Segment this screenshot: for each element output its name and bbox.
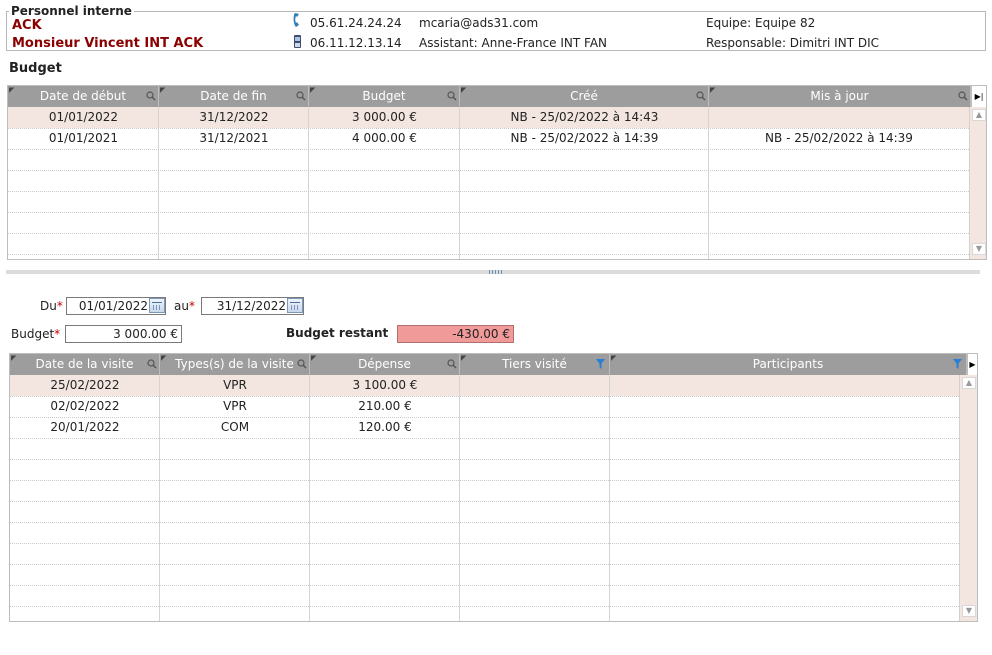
budget-grid-header: ◤ Date de début ◤ Date de fin ◤ Budget ◤… [8, 86, 971, 107]
col-created[interactable]: ◤ Créé [460, 86, 709, 107]
budget-input[interactable]: 3 000.00 € [65, 325, 182, 343]
table-row[interactable]: 01/01/2022 31/12/2022 3 000.00 € NB - 25… [8, 107, 969, 128]
visits-grid-scrollbar[interactable]: ▲ ▼ [959, 375, 977, 621]
team: Equipe: Equipe 82 [706, 16, 816, 30]
magnifier-icon[interactable] [296, 91, 306, 101]
magnifier-icon[interactable] [447, 359, 457, 369]
visits-grid-header: ◤ Date de la visite ◤ Types(s) de la vis… [10, 354, 967, 375]
mobile-number[interactable]: 06.11.12.13.14 [310, 36, 402, 50]
grid-columns-toggle-icon[interactable]: ▶ [967, 354, 977, 375]
scroll-down-icon[interactable]: ▼ [962, 605, 976, 617]
calendar-icon[interactable] [149, 298, 165, 313]
scroll-up-icon[interactable]: ▲ [972, 109, 986, 121]
col-expense[interactable]: ◤ Dépense [310, 354, 460, 375]
col-end-date[interactable]: ◤ Date de fin [159, 86, 309, 107]
magnifier-icon[interactable] [958, 91, 968, 101]
remaining-budget-value: -430.00 € [397, 325, 514, 343]
column-menu-icon[interactable]: ◤ [311, 355, 316, 362]
col-budget[interactable]: ◤ Budget [309, 86, 460, 107]
col-updated[interactable]: ◤ Mis à jour [709, 86, 971, 107]
personnel-legend: Personnel interne [9, 4, 134, 18]
email[interactable]: mcaria@ads31.com [419, 16, 538, 30]
assistant: Assistant: Anne-France INT FAN [419, 36, 608, 50]
from-label: Du* [40, 299, 63, 313]
col-third-party[interactable]: ◤ Tiers visité [460, 354, 610, 375]
budget-section-title: Budget [9, 61, 62, 76]
person-code: ACK [12, 18, 42, 33]
phone-number[interactable]: 05.61.24.24.24 [310, 16, 402, 30]
budget-label: Budget* [11, 327, 61, 341]
table-row[interactable]: 02/02/2022 VPR 210.00 € [10, 396, 959, 417]
budget-grid: ◤ Date de début ◤ Date de fin ◤ Budget ◤… [7, 85, 987, 260]
to-label: au* [174, 299, 195, 313]
magnifier-icon[interactable] [297, 359, 307, 369]
scroll-down-icon[interactable]: ▼ [972, 243, 986, 255]
mobile-phone-icon [294, 35, 301, 48]
budget-grid-scrollbar[interactable]: ▲ ▼ [969, 107, 986, 259]
col-visit-date[interactable]: ◤ Date de la visite [10, 354, 160, 375]
column-menu-icon[interactable]: ◤ [710, 87, 715, 94]
magnifier-icon[interactable] [146, 91, 156, 101]
col-participants[interactable]: ◤ Participants [610, 354, 967, 375]
calendar-icon[interactable] [287, 298, 303, 313]
column-menu-icon[interactable]: ◤ [461, 355, 466, 362]
funnel-icon[interactable] [953, 359, 962, 369]
scroll-up-icon[interactable]: ▲ [962, 377, 976, 389]
column-menu-icon[interactable]: ◤ [461, 87, 466, 94]
magnifier-icon[interactable] [696, 91, 706, 101]
column-menu-icon[interactable]: ◤ [11, 355, 16, 362]
phone-icon [293, 13, 299, 27]
column-menu-icon[interactable]: ◤ [611, 355, 616, 362]
column-menu-icon[interactable]: ◤ [161, 355, 166, 362]
manager: Responsable: Dimitri INT DIC [706, 36, 879, 50]
visits-grid: ◤ Date de la visite ◤ Types(s) de la vis… [9, 353, 978, 622]
magnifier-icon[interactable] [147, 359, 157, 369]
magnifier-icon[interactable] [447, 91, 457, 101]
table-row[interactable]: 25/02/2022 VPR 3 100.00 € [10, 375, 959, 396]
person-full-name: Monsieur Vincent INT ACK [12, 36, 204, 51]
col-start-date[interactable]: ◤ Date de début [8, 86, 159, 107]
column-menu-icon[interactable]: ◤ [9, 87, 14, 94]
table-row[interactable]: 20/01/2022 COM 120.00 € [10, 417, 959, 438]
column-menu-icon[interactable]: ◤ [310, 87, 315, 94]
grid-columns-toggle-icon[interactable]: ▶| [971, 86, 986, 107]
column-menu-icon[interactable]: ◤ [160, 87, 165, 94]
splitter-grip[interactable] [489, 270, 503, 274]
remaining-budget-label: Budget restant [286, 326, 389, 340]
table-row[interactable]: 01/01/2021 31/12/2021 4 000.00 € NB - 25… [8, 128, 969, 149]
funnel-icon[interactable] [596, 359, 605, 369]
col-visit-type[interactable]: ◤ Types(s) de la visite [160, 354, 310, 375]
